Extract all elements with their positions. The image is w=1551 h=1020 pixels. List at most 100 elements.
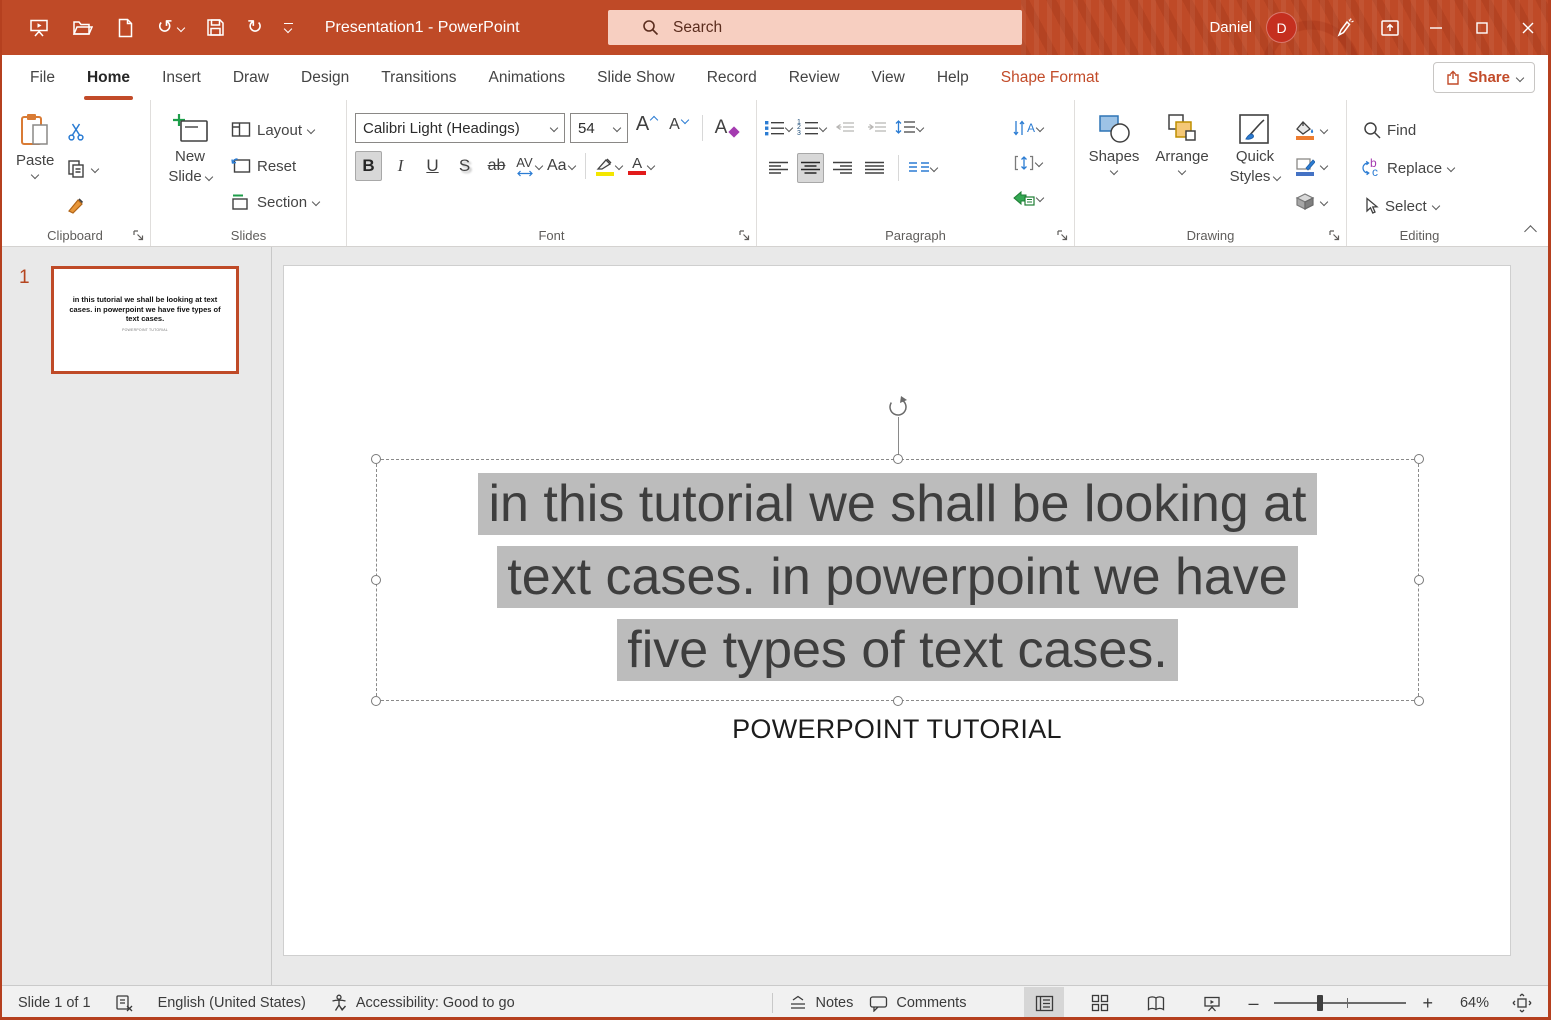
maximize-button[interactable] (1459, 0, 1505, 55)
cut-button[interactable] (66, 117, 98, 147)
zoom-slider[interactable] (1274, 995, 1407, 1011)
slide-thumbnail[interactable]: in this tutorial we shall be looking at … (51, 266, 239, 374)
chevron-down-icon[interactable] (1446, 163, 1456, 173)
customize-qat-icon[interactable] (283, 14, 293, 42)
zoom-out-button[interactable]: – (1248, 993, 1258, 1014)
selected-text-line[interactable]: five types of text cases. (617, 619, 1178, 681)
selection-handle[interactable] (371, 575, 381, 585)
quick-styles-button[interactable]: Quick Styles (1219, 113, 1291, 217)
shapes-button[interactable]: Shapes (1083, 113, 1145, 217)
chevron-down-icon[interactable] (204, 172, 213, 181)
pen-mode-icon[interactable] (1321, 0, 1367, 55)
selection-handle[interactable] (371, 696, 381, 706)
arrange-button[interactable]: Arrange (1149, 113, 1215, 217)
font-dialog-launcher-icon[interactable] (739, 230, 750, 241)
chevron-down-icon[interactable] (567, 161, 576, 171)
subtitle-textbox[interactable]: POWERPOINT TUTORIAL (284, 714, 1510, 745)
change-case-button[interactable]: Aa (547, 151, 576, 181)
share-button[interactable]: Share (1433, 62, 1535, 93)
chevron-down-icon[interactable] (929, 163, 939, 173)
section-button[interactable]: Section (231, 187, 321, 217)
align-center-button[interactable] (797, 153, 824, 183)
shape-effects-button[interactable] (1295, 187, 1329, 217)
drawing-dialog-launcher-icon[interactable] (1329, 230, 1340, 241)
language-indicator[interactable]: English (United States) (158, 995, 306, 1011)
font-family-select[interactable]: Calibri Light (Headings) (355, 113, 565, 143)
align-left-button[interactable] (765, 153, 792, 183)
text-highlight-button[interactable] (596, 151, 624, 181)
columns-button[interactable] (909, 153, 939, 183)
chevron-down-icon[interactable] (1515, 73, 1525, 82)
selection-handle[interactable] (1414, 454, 1424, 464)
character-spacing-button[interactable]: AV (515, 151, 543, 181)
zoom-slider-handle[interactable] (1316, 995, 1323, 1011)
chevron-down-icon[interactable] (915, 123, 925, 133)
notes-button[interactable]: Notes (789, 995, 853, 1011)
chevron-down-icon[interactable] (646, 161, 656, 171)
chevron-down-icon[interactable] (306, 125, 316, 135)
chevron-down-icon[interactable] (1035, 123, 1045, 133)
bullets-button[interactable] (765, 113, 794, 143)
ribbon-display-options-icon[interactable] (1367, 0, 1413, 55)
italic-button[interactable]: I (387, 151, 414, 181)
chevron-down-icon[interactable] (1319, 197, 1329, 207)
clipboard-dialog-launcher-icon[interactable] (133, 230, 144, 241)
chevron-down-icon[interactable] (1034, 158, 1044, 168)
text-shadow-button[interactable]: S (451, 151, 478, 181)
chevron-down-icon[interactable] (1035, 193, 1045, 203)
zoom-in-button[interactable]: + (1422, 993, 1433, 1014)
undo-button[interactable]: ↺ (157, 14, 186, 42)
start-slideshow-icon[interactable] (28, 14, 50, 42)
font-color-button[interactable]: A (628, 151, 656, 181)
shape-outline-button[interactable] (1295, 151, 1329, 181)
tab-draw[interactable]: Draw (217, 55, 285, 100)
chevron-down-icon[interactable] (1109, 166, 1119, 176)
chevron-down-icon[interactable] (1177, 166, 1187, 176)
minimize-button[interactable] (1413, 0, 1459, 55)
fit-to-window-button[interactable] (1505, 987, 1539, 1020)
chevron-down-icon[interactable] (1319, 161, 1329, 171)
text-direction-button[interactable]: A (1013, 113, 1045, 143)
chevron-down-icon[interactable] (784, 123, 794, 133)
tab-shape-format[interactable]: Shape Format (985, 55, 1115, 100)
tab-review[interactable]: Review (773, 55, 856, 100)
shape-fill-button[interactable] (1295, 115, 1329, 145)
decrease-font-size-button[interactable]: A (665, 113, 692, 143)
title-textbox[interactable]: in this tutorial we shall be looking at … (377, 468, 1418, 687)
search-box[interactable]: Search (608, 10, 1022, 45)
chevron-down-icon[interactable] (549, 123, 559, 133)
rotate-handle-icon[interactable] (886, 394, 910, 423)
chevron-down-icon[interactable] (91, 164, 100, 174)
normal-view-button[interactable] (1024, 986, 1065, 1020)
increase-indent-button[interactable] (863, 113, 890, 143)
selection-handle[interactable] (371, 454, 381, 464)
chevron-down-icon[interactable] (1273, 172, 1282, 181)
tab-insert[interactable]: Insert (146, 55, 217, 100)
chevron-down-icon[interactable] (614, 161, 624, 171)
increase-font-size-button[interactable]: A (633, 113, 660, 143)
tab-file[interactable]: File (14, 55, 71, 100)
save-icon[interactable] (205, 14, 226, 42)
selection-handle[interactable] (1414, 575, 1424, 585)
chevron-down-icon[interactable] (612, 123, 622, 133)
convert-to-smartart-button[interactable] (1013, 183, 1045, 213)
slide-canvas[interactable]: in this tutorial we shall be looking at … (283, 265, 1511, 956)
reset-button[interactable]: Reset (231, 151, 319, 181)
font-size-select[interactable]: 54 (570, 113, 628, 143)
selection-handle[interactable] (1414, 696, 1424, 706)
spellcheck-icon[interactable] (115, 994, 134, 1013)
textbox-selection[interactable]: in this tutorial we shall be looking at … (371, 396, 1424, 706)
slide-sorter-view-button[interactable] (1080, 987, 1120, 1020)
open-file-icon[interactable] (71, 14, 93, 42)
bold-button[interactable]: B (355, 151, 382, 181)
selected-text-line[interactable]: text cases. in powerpoint we have (497, 546, 1298, 608)
chevron-down-icon[interactable] (1319, 125, 1329, 135)
close-button[interactable] (1505, 0, 1551, 55)
tab-slide-show[interactable]: Slide Show (581, 55, 691, 100)
new-file-icon[interactable] (114, 14, 136, 42)
line-spacing-button[interactable] (895, 113, 925, 143)
tab-view[interactable]: View (856, 55, 921, 100)
slideshow-view-button[interactable] (1192, 987, 1232, 1020)
account-avatar[interactable]: D (1266, 12, 1297, 43)
redo-icon[interactable]: ↻ (247, 14, 263, 42)
